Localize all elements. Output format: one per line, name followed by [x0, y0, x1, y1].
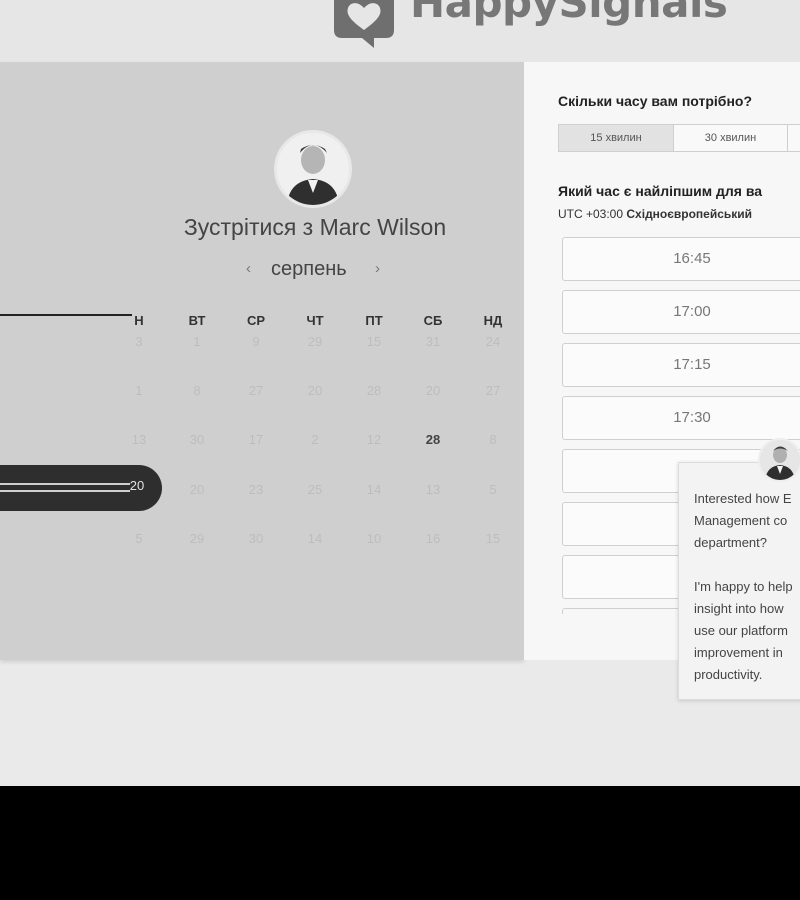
calendar-day[interactable]: 24	[473, 334, 513, 349]
calendar-day[interactable]: 28	[354, 383, 394, 398]
weekday-sat: СБ	[423, 313, 443, 328]
weekday-thu: ЧТ	[306, 313, 324, 328]
calendar-day[interactable]: 16	[413, 531, 453, 546]
calendar-day[interactable]: 20	[413, 383, 453, 398]
selected-day[interactable]: 20	[120, 478, 154, 493]
chevron-left-icon[interactable]: ‹	[246, 260, 251, 277]
duration-more-tab[interactable]	[787, 124, 800, 152]
happysignals-logo[interactable]: HappySignals	[326, 0, 746, 48]
chat-popup[interactable]: Interested how E Management co departmen…	[678, 462, 800, 700]
person-photo-icon	[277, 133, 349, 205]
time-slot[interactable]: 17:00	[562, 290, 800, 334]
timezone-label[interactable]: UTC +03:00 Східноєвропейський	[558, 207, 752, 221]
timezone-name: Східноєвропейський	[626, 207, 753, 221]
time-slot[interactable]: 17:30	[562, 396, 800, 440]
duration-15-tab[interactable]: 15 хвилин	[558, 124, 674, 152]
timezone-offset: UTC +03:00	[558, 207, 624, 221]
calendar-day-available[interactable]: 28	[413, 432, 453, 447]
chat-line: improvement in	[694, 645, 783, 660]
month-navigation: ‹ серпень ›	[240, 258, 400, 284]
chat-avatar[interactable]	[758, 438, 800, 482]
calendar-day[interactable]: 13	[413, 482, 453, 497]
calendar-day[interactable]: 27	[473, 383, 513, 398]
calendar-day[interactable]: 5	[119, 531, 159, 546]
calendar-day[interactable]: 30	[177, 432, 217, 447]
chat-message: Interested how E Management co departmen…	[694, 488, 800, 686]
speech-heart-icon	[334, 0, 394, 48]
calendar-day[interactable]: 3	[119, 334, 159, 349]
calendar-day[interactable]: 15	[354, 334, 394, 349]
selected-week-highlight[interactable]: 20	[0, 465, 162, 511]
calendar-day[interactable]: 14	[354, 482, 394, 497]
calendar-day[interactable]: 9	[236, 334, 276, 349]
time-question: Який час є найліпшим для ва	[558, 183, 763, 199]
calendar-panel: Зустрітися з Marc Wilson ‹ серпень › Н В…	[0, 62, 524, 660]
time-slot[interactable]: 17:15	[562, 343, 800, 387]
calendar-day[interactable]: 2	[295, 432, 335, 447]
calendar-day[interactable]: 1	[119, 383, 159, 398]
calendar-day[interactable]: 20	[295, 383, 335, 398]
chat-line	[694, 554, 800, 576]
weekday-divider	[0, 314, 132, 316]
weekday-sun: НД	[483, 313, 503, 328]
calendar-day[interactable]: 5	[473, 482, 513, 497]
calendar-day[interactable]: 13	[119, 432, 159, 447]
chat-line: Management co	[694, 513, 788, 528]
calendar-day[interactable]: 14	[295, 531, 335, 546]
calendar-day[interactable]: 17	[236, 432, 276, 447]
logo-wordmark: HappySignals	[410, 0, 728, 27]
calendar-day[interactable]: 8	[177, 383, 217, 398]
calendar-day[interactable]: 29	[177, 531, 217, 546]
selection-line	[0, 483, 130, 485]
calendar-day[interactable]: 27	[236, 383, 276, 398]
time-slot[interactable]: 16:45	[562, 237, 800, 281]
weekday-wed: СР	[246, 313, 266, 328]
chat-line: insight into how	[694, 601, 784, 616]
calendar-day[interactable]: 29	[295, 334, 335, 349]
chat-line: I'm happy to help	[694, 579, 793, 594]
calendar-day[interactable]: 31	[413, 334, 453, 349]
chat-line: Interested how E	[694, 491, 792, 506]
chevron-right-icon[interactable]: ›	[375, 260, 380, 277]
calendar-day[interactable]: 1	[177, 334, 217, 349]
calendar-day[interactable]: 20	[177, 482, 217, 497]
chat-line: productivity.	[694, 667, 763, 682]
calendar-day[interactable]: 30	[236, 531, 276, 546]
bottom-bar	[0, 786, 800, 900]
chat-line: use our platform	[694, 623, 788, 638]
calendar-day[interactable]: 12	[354, 432, 394, 447]
duration-question: Скільки часу вам потрібно?	[558, 93, 753, 109]
weekday-fri: ПТ	[365, 313, 383, 328]
month-label: серпень	[271, 258, 347, 280]
weekday-tue: ВТ	[188, 313, 206, 328]
chat-line: department?	[694, 535, 767, 550]
calendar-day[interactable]: 23	[236, 482, 276, 497]
person-photo-icon	[760, 440, 800, 480]
weekday-mon: Н	[134, 313, 144, 328]
calendar-day[interactable]: 15	[473, 531, 513, 546]
calendar-day[interactable]: 8	[473, 432, 513, 447]
duration-30-tab[interactable]: 30 хвилин	[673, 124, 788, 152]
calendar-day[interactable]: 10	[354, 531, 394, 546]
host-avatar	[274, 130, 352, 208]
calendar-day[interactable]: 25	[295, 482, 335, 497]
selection-line	[0, 490, 130, 492]
